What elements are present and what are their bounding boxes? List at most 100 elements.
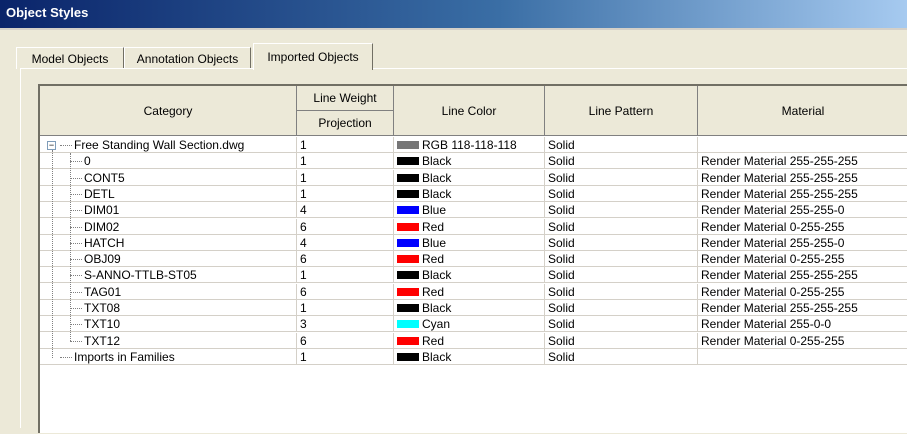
category-label: DIM02: [84, 219, 120, 234]
cell-line-pattern[interactable]: Solid: [545, 332, 698, 349]
header-material[interactable]: Material: [698, 86, 907, 136]
cell-line-color[interactable]: RGB 118-118-118: [394, 137, 545, 153]
cell-line-weight[interactable]: 6: [297, 332, 394, 349]
header-projection[interactable]: Projection: [297, 111, 394, 136]
table-row[interactable]: S-ANNO-TTLB-ST05 1 Black Solid Render Materi…: [40, 267, 907, 284]
cell-material[interactable]: Render Material 255-255-255: [698, 300, 907, 316]
table-row[interactable]: DETL 1 Black Solid Render Material 255-255-2…: [40, 185, 907, 202]
category-label: S-ANNO-TTLB-ST05: [84, 268, 197, 283]
cell-line-color[interactable]: Red: [394, 218, 545, 235]
table-row[interactable]: TXT10 3 Cyan Solid Render Material 255-0-0: [40, 316, 907, 333]
cell-material[interactable]: Render Material 0-255-255: [698, 333, 907, 349]
cell-material[interactable]: Render Material 255-255-0: [698, 235, 907, 251]
table-row[interactable]: DIM02 6 Red Solid Render Material 0-255-255: [40, 218, 907, 235]
cell-line-color[interactable]: Red: [394, 332, 545, 349]
cell-line-pattern[interactable]: Solid: [545, 185, 698, 202]
cell-line-pattern[interactable]: Solid: [545, 348, 698, 365]
cell-line-pattern[interactable]: Solid: [545, 251, 698, 268]
header-line-weight[interactable]: Line Weight: [297, 86, 394, 111]
cell-line-color[interactable]: Red: [394, 251, 545, 268]
cell-line-weight[interactable]: 1: [297, 300, 394, 316]
table-row[interactable]: TAG01 6 Red Solid Render Material 0-255-255: [40, 283, 907, 300]
table-row[interactable]: TXT08 1 Black Solid Render Material 255-255-…: [40, 300, 907, 316]
cell-category[interactable]: HATCH: [40, 234, 297, 251]
table-row[interactable]: Imports in Families 1 Black Solid: [40, 348, 907, 365]
cell-line-color[interactable]: Black: [394, 300, 545, 316]
cell-material[interactable]: Render Material 255-0-0: [698, 316, 907, 333]
cell-line-color[interactable]: Cyan: [394, 316, 545, 333]
collapse-toggle-icon[interactable]: −: [47, 141, 56, 150]
cell-material[interactable]: [698, 137, 907, 153]
header-line-pattern[interactable]: Line Pattern: [545, 86, 698, 136]
cell-line-color[interactable]: Black: [394, 267, 545, 284]
table-row[interactable]: TXT12 6 Red Solid Render Material 0-255-255: [40, 332, 907, 349]
cell-material[interactable]: Render Material 255-255-255: [698, 186, 907, 202]
cell-material[interactable]: Render Material 255-255-255: [698, 267, 907, 284]
header-line-color[interactable]: Line Color: [394, 86, 545, 136]
color-swatch: [397, 320, 419, 329]
cell-category[interactable]: TXT12: [40, 332, 297, 349]
tab-annotation-objects[interactable]: Annotation Objects: [124, 47, 251, 69]
tab-model-objects[interactable]: Model Objects: [16, 47, 124, 69]
table-row[interactable]: 0 1 Black Solid Render Material 255-255-255: [40, 153, 907, 170]
cell-line-color[interactable]: Red: [394, 283, 545, 300]
cell-category[interactable]: DIM01: [40, 202, 297, 219]
cell-category[interactable]: S-ANNO-TTLB-ST05: [40, 267, 297, 284]
cell-line-pattern[interactable]: Solid: [545, 202, 698, 219]
cell-line-pattern[interactable]: Solid: [545, 137, 698, 153]
cell-line-pattern[interactable]: Solid: [545, 283, 698, 300]
cell-material[interactable]: Render Material 255-255-255: [698, 153, 907, 170]
cell-line-weight[interactable]: 1: [297, 169, 394, 186]
cell-category[interactable]: 0: [40, 153, 297, 170]
cell-category[interactable]: DIM02: [40, 218, 297, 235]
cell-category[interactable]: TAG01: [40, 283, 297, 300]
cell-category[interactable]: TXT10: [40, 316, 297, 333]
cell-material[interactable]: [698, 349, 907, 365]
cell-material[interactable]: Render Material 0-255-255: [698, 284, 907, 300]
cell-category[interactable]: OBJ09: [40, 251, 297, 268]
cell-line-weight[interactable]: 6: [297, 218, 394, 235]
tab-imported-objects[interactable]: Imported Objects: [253, 43, 373, 70]
cell-category[interactable]: Free Standing Wall Section.dwg −: [40, 137, 297, 153]
cell-line-weight[interactable]: 3: [297, 316, 394, 333]
cell-material[interactable]: Render Material 255-255-255: [698, 170, 907, 186]
cell-line-pattern[interactable]: Solid: [545, 169, 698, 186]
cell-line-weight[interactable]: 4: [297, 234, 394, 251]
cell-line-weight[interactable]: 1: [297, 137, 394, 153]
cell-material[interactable]: Render Material 0-255-255: [698, 251, 907, 268]
cell-line-pattern[interactable]: Solid: [545, 153, 698, 170]
cell-line-color[interactable]: Black: [394, 169, 545, 186]
table-row[interactable]: OBJ09 6 Red Solid Render Material 0-255-255: [40, 251, 907, 268]
cell-line-color[interactable]: Black: [394, 348, 545, 365]
cell-category[interactable]: TXT08: [40, 300, 297, 316]
cell-line-weight[interactable]: 1: [297, 185, 394, 202]
cell-line-weight[interactable]: 1: [297, 348, 394, 365]
table-row[interactable]: CONT5 1 Black Solid Render Material 255-255-…: [40, 169, 907, 186]
cell-material[interactable]: Render Material 255-255-0: [698, 202, 907, 219]
cell-line-weight[interactable]: 6: [297, 251, 394, 268]
header-category[interactable]: Category: [40, 86, 297, 136]
cell-line-color[interactable]: Blue: [394, 234, 545, 251]
category-label: TXT12: [84, 333, 121, 348]
cell-line-color[interactable]: Blue: [394, 202, 545, 219]
table-row[interactable]: Free Standing Wall Section.dwg − 1 RGB 118-…: [40, 137, 907, 153]
cell-category[interactable]: Imports in Families: [40, 348, 297, 365]
cell-line-weight[interactable]: 4: [297, 202, 394, 219]
cell-material[interactable]: Render Material 0-255-255: [698, 219, 907, 235]
cell-category[interactable]: CONT5: [40, 169, 297, 186]
cell-line-pattern[interactable]: Solid: [545, 267, 698, 284]
cell-category[interactable]: DETL: [40, 185, 297, 202]
cell-line-weight[interactable]: 6: [297, 283, 394, 300]
cell-line-pattern[interactable]: Solid: [545, 300, 698, 316]
cell-line-color[interactable]: Black: [394, 153, 545, 170]
cell-line-weight[interactable]: 1: [297, 153, 394, 170]
color-swatch: [397, 352, 419, 361]
cell-line-color[interactable]: Black: [394, 185, 545, 202]
cell-line-pattern[interactable]: Solid: [545, 218, 698, 235]
cell-line-pattern[interactable]: Solid: [545, 316, 698, 333]
table-row[interactable]: HATCH 4 Blue Solid Render Material 255-255-0: [40, 234, 907, 251]
table-row[interactable]: DIM01 4 Blue Solid Render Material 255-255-0: [40, 202, 907, 219]
cell-line-pattern[interactable]: Solid: [545, 234, 698, 251]
cell-line-weight[interactable]: 1: [297, 267, 394, 284]
tree-connector: [70, 161, 82, 163]
